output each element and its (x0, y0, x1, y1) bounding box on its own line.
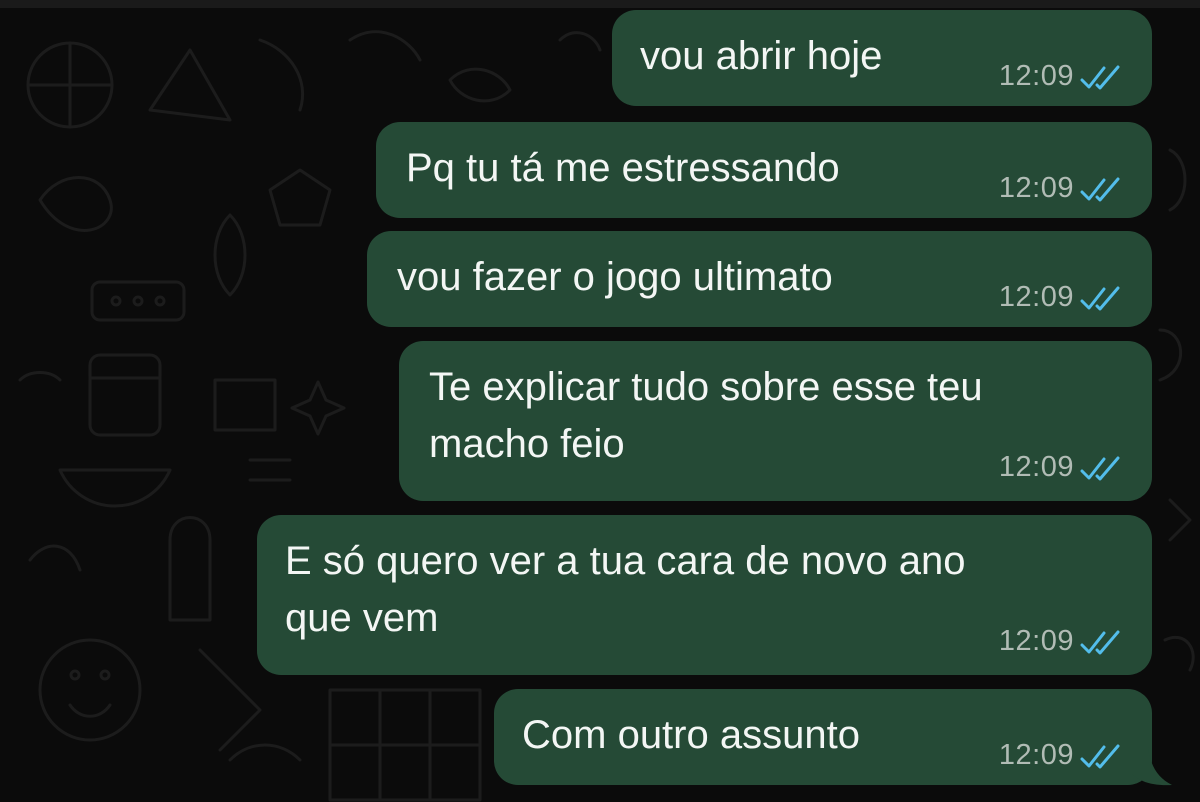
message-bubble-5[interactable]: E só quero ver a tua cara de novo ano qu… (257, 515, 1152, 675)
message-text: Te explicar tudo sobre esse teu macho fe… (429, 365, 983, 466)
message-text: vou fazer o jogo ultimato (397, 255, 833, 299)
read-double-check-icon (1080, 456, 1120, 480)
message-bubble-4[interactable]: Te explicar tudo sobre esse teu macho fe… (399, 341, 1152, 501)
read-double-check-icon (1080, 744, 1120, 768)
message-bubble-3[interactable]: vou fazer o jogo ultimato 12:09 (367, 231, 1152, 327)
read-double-check-icon (1080, 630, 1120, 654)
message-text: Com outro assunto (522, 713, 860, 757)
message-time: 12:09 (998, 281, 1074, 313)
message-text: E só quero ver a tua cara de novo ano qu… (285, 539, 966, 640)
message-meta: 12:09 (999, 281, 1126, 314)
read-double-check-icon (1080, 65, 1120, 89)
message-meta: 12:09 (999, 172, 1126, 205)
message-time: 12:09 (998, 172, 1074, 204)
message-bubble-1[interactable]: vou abrir hoje 12:09 (612, 10, 1152, 106)
message-meta: 12:09 (999, 625, 1126, 658)
message-time: 12:09 (998, 739, 1074, 771)
read-double-check-icon (1080, 286, 1120, 310)
message-time: 12:09 (998, 451, 1074, 483)
message-text: vou abrir hoje (640, 34, 883, 78)
message-time: 12:09 (998, 625, 1074, 657)
message-text: Pq tu tá me estressando (406, 146, 840, 190)
read-double-check-icon (1080, 177, 1120, 201)
message-meta: 12:09 (999, 60, 1126, 93)
bubble-tail (1132, 746, 1172, 786)
message-meta: 12:09 (999, 451, 1126, 484)
top-edge-strip (0, 0, 1200, 8)
message-bubble-6[interactable]: Com outro assunto 12:09 (494, 689, 1152, 785)
message-time: 12:09 (998, 60, 1074, 92)
message-meta: 12:09 (999, 739, 1126, 772)
message-bubble-2[interactable]: Pq tu tá me estressando 12:09 (376, 122, 1152, 218)
